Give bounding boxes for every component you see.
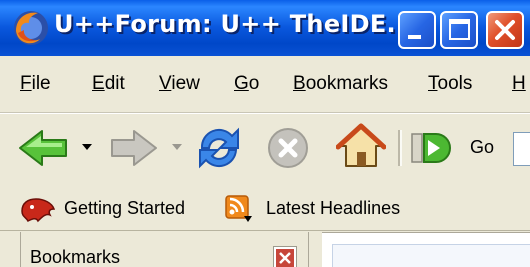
menu-tools-label: ools <box>437 73 473 94</box>
menu-file-label: ile <box>31 73 51 94</box>
url-input[interactable] <box>513 132 530 166</box>
bookmark-getting-started[interactable]: Getting Started <box>64 198 185 219</box>
menu-tools-accel: T <box>428 73 438 94</box>
go-label[interactable]: Go <box>470 137 494 158</box>
menu-go-label: o <box>248 73 260 94</box>
getting-started-icon <box>21 198 56 223</box>
menu-go[interactable]: Go <box>234 73 259 95</box>
menu-edit-accel: E <box>92 73 105 94</box>
menu-edit[interactable]: Edit <box>92 73 125 95</box>
dropdown-icon[interactable] <box>80 140 94 154</box>
menu-help-accel: H <box>512 73 526 94</box>
window-left-edge <box>0 232 20 267</box>
menu-bookmarks-label: ookmarks <box>305 73 389 94</box>
menu-bookmarks-accel: B <box>293 73 306 94</box>
maximize-button[interactable] <box>440 11 478 49</box>
window-title: U++Forum: U++ TheIDE... <box>54 10 415 38</box>
menu-view-label: iew <box>171 73 200 94</box>
close-icon <box>276 249 294 267</box>
page-content <box>332 244 530 267</box>
menu-bookmarks[interactable]: Bookmarks <box>293 73 388 95</box>
firefox-icon[interactable] <box>12 9 50 47</box>
back-arrow-icon[interactable] <box>16 128 72 168</box>
stop-icon[interactable] <box>266 126 310 170</box>
menu-view[interactable]: View <box>159 73 200 95</box>
close-button[interactable] <box>486 11 524 49</box>
sidebar-close-button[interactable] <box>273 246 297 267</box>
minimize-icon <box>408 35 421 39</box>
rss-feed-icon <box>225 195 252 222</box>
reload-icon[interactable] <box>194 124 244 172</box>
menu-file-accel: F <box>20 73 32 94</box>
menu-view-accel: V <box>159 73 172 94</box>
minimize-button[interactable] <box>398 11 436 49</box>
toolbar-separator <box>398 130 402 166</box>
browser-window: U++Forum: U++ TheIDE... File Edit View G… <box>0 0 530 267</box>
go-icon[interactable] <box>410 130 462 166</box>
close-icon <box>495 20 515 40</box>
menu-help[interactable]: H <box>512 73 526 95</box>
menu-edit-label: dit <box>104 73 125 94</box>
menu-tools[interactable]: Tools <box>428 73 472 95</box>
dropdown-icon[interactable] <box>170 140 184 154</box>
menu-file[interactable]: File <box>20 73 51 95</box>
maximize-icon <box>449 19 470 40</box>
sidebar-title: Bookmarks <box>30 247 121 267</box>
menu-go-accel: G <box>234 73 249 94</box>
bookmark-latest-headlines[interactable]: Latest Headlines <box>266 198 400 219</box>
forward-arrow-icon[interactable] <box>108 128 160 168</box>
home-icon[interactable] <box>336 122 386 170</box>
